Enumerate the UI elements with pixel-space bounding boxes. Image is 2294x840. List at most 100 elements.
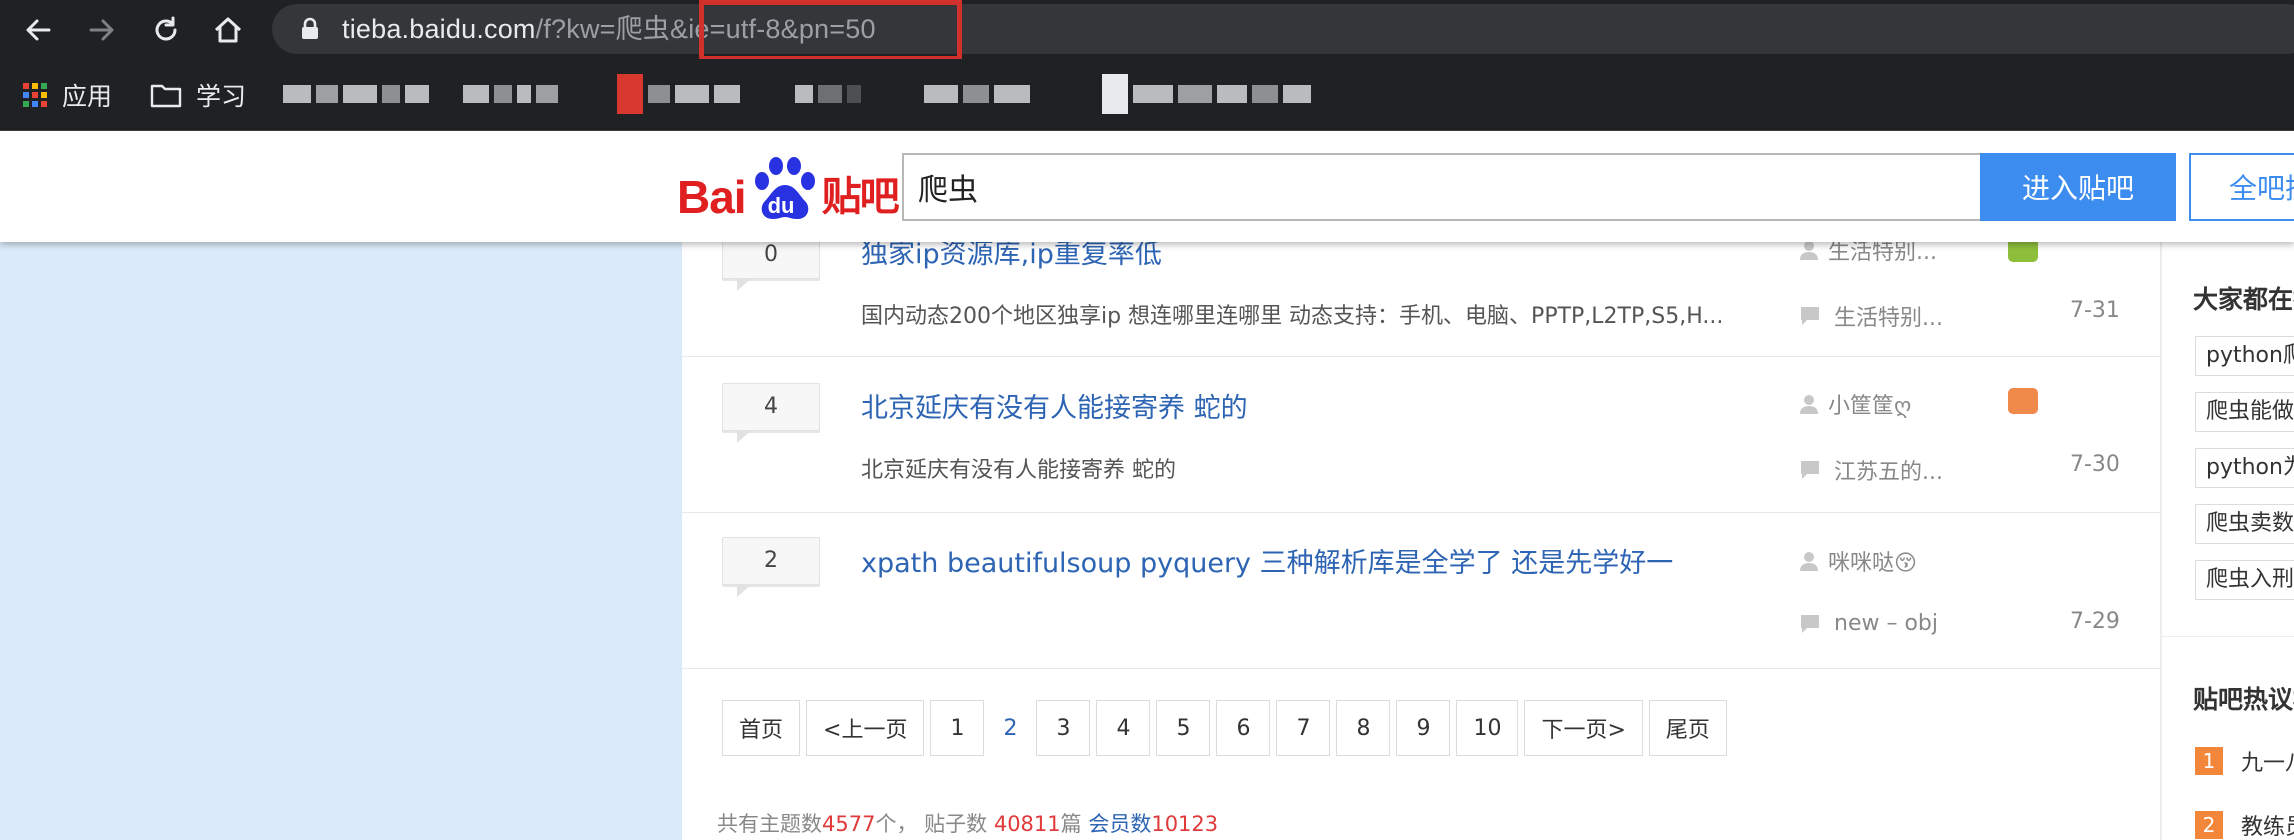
reply-count: 4 [722,383,820,443]
author-name: 小筐筐ღ [1828,394,1912,419]
redacted-bookmark[interactable] [463,80,558,108]
last-reply-name: new – obj [1834,611,1938,636]
pagination: 首页 <上一页 1 2 3 4 5 6 7 8 9 10 下一页> 尾页 [722,700,1727,756]
search-tag[interactable]: python爬虫 [2195,336,2294,376]
forum-summary: 共有主题数4577个， 贴子数 40811篇 会员数10123 [717,808,1218,838]
page-link[interactable]: 4 [1096,700,1151,756]
members-label[interactable]: 会员数 [1088,812,1151,836]
apps-grid-icon [23,83,47,107]
posts-count: 40811 [993,812,1061,836]
url-query-highlight-box [699,0,962,61]
search-input[interactable] [918,165,1958,209]
redacted-bookmark[interactable] [283,80,429,108]
redacted-bookmark[interactable] [1102,74,1311,114]
user-icon [1800,241,1818,260]
thread-row: 2 xpath beautifulsoup pyquery 三种解析库是全学了 … [682,513,2160,669]
thread-date: 7-29 [2070,609,2120,634]
members-count: 10123 [1151,812,1219,836]
browser-toolbar: tieba.baidu.com/f?kw=爬虫&ie=utf-8&pn=50 [0,0,2294,61]
sidebar-divider [2160,200,2162,840]
search-tag[interactable]: 爬虫入刑 [2195,560,2294,600]
redacted-bookmark[interactable] [795,80,861,108]
page-next[interactable]: 下一页> [1524,700,1643,756]
page-current: 2 [990,700,1031,756]
posts-label: 贴子数 [924,812,988,836]
hot-text: 九一八 [2241,751,2294,776]
thread-abstract: 北京延庆有没有人能接寄养 蛇的 [861,458,1176,483]
search-box [902,153,1982,221]
comment-icon [1801,461,1819,479]
hot-text: 教练员 [2241,815,2294,840]
everyone-search-heading: 大家都在搜 [2193,285,2294,314]
lock-icon [302,17,318,39]
page-last[interactable]: 尾页 [1648,700,1727,756]
tieba-header: Bai du 贴吧 进入贴吧 全吧搜索 [0,131,2294,242]
user-icon [1800,395,1818,414]
paw-icon: du [748,155,820,223]
thread-row: 4 北京延庆有没有人能接寄养 蛇的 北京延庆有没有人能接寄养 蛇的 小筐筐ღ 江… [682,358,2160,513]
search-tag[interactable]: 爬虫能做 [2195,392,2294,432]
thread-title[interactable]: xpath beautifulsoup pyquery 三种解析库是全学了 还是… [861,541,1673,580]
logo-bai: Bai [677,171,747,223]
thread-author[interactable]: 小筐筐ღ [1800,388,1911,420]
page-prev[interactable]: <上一页 [806,700,925,756]
last-reply-name: 江苏五的... [1834,460,1943,485]
page-link[interactable]: 8 [1336,700,1391,756]
last-reply-name: 生活特别... [1834,306,1943,331]
bookmark-folder-label: 学习 [196,83,247,111]
bookmark-apps-label: 应用 [62,83,113,111]
search-tag[interactable]: 爬虫卖数 [2195,504,2294,544]
posts-unit: 篇 [1060,812,1082,836]
hot-topic-item[interactable]: 2 教练员 [2195,810,2294,840]
reload-icon [155,16,177,41]
back-icon [26,19,51,41]
comment-icon [1801,614,1819,633]
bookmark-apps[interactable]: 应用 [22,77,112,113]
hot-topic-item[interactable]: 1 九一八 [2195,746,2294,776]
enter-tieba-button[interactable]: 进入贴吧 [1980,153,2176,221]
redacted-bookmark[interactable] [617,74,740,114]
last-reply-user[interactable]: 江苏五的... [1800,454,1943,486]
last-reply-user[interactable]: 生活特别... [1800,300,1943,332]
topics-count: 4577 [822,812,876,836]
sidebar-section-divider [2160,636,2294,637]
forward-button[interactable] [80,8,124,52]
back-button[interactable] [16,8,60,52]
comment-icon [1801,307,1819,325]
thread-date: 7-30 [2070,452,2120,477]
topics-label: 共有主题数 [717,812,822,836]
user-icon [1800,552,1818,571]
reload-button[interactable] [144,8,188,52]
redacted-bookmark[interactable] [924,80,1030,108]
baidu-tieba-logo[interactable]: Bai du 贴吧 [677,153,900,223]
page-link[interactable]: 9 [1396,700,1451,756]
search-tag[interactable]: python为 [2195,448,2294,488]
home-button[interactable] [206,8,250,52]
author-name: 咪咪哒😚 [1828,551,1917,576]
hot-topics-heading: 贴吧热议榜 [2193,685,2294,714]
url-host: tieba.baidu.com [342,14,536,44]
thread-title[interactable]: 北京延庆有没有人能接寄养 蛇的 [861,386,1248,425]
bookmark-folder-study[interactable]: 学习 [150,77,246,113]
page-link[interactable]: 5 [1156,700,1211,756]
url-path: /f?kw=爬虫 [535,14,671,44]
search-all-button[interactable]: 全吧搜索 [2189,153,2294,221]
thread-author[interactable]: 咪咪哒😚 [1800,545,1917,577]
reply-count: 2 [722,537,820,597]
logo-du: du [767,193,795,218]
page-link[interactable]: 7 [1276,700,1331,756]
page-link[interactable]: 3 [1036,700,1091,756]
hot-rank: 2 [2195,811,2223,839]
home-icon [214,17,242,43]
topics-unit: 个， [875,812,918,836]
page-link[interactable]: 10 [1456,700,1519,756]
page-link[interactable]: 1 [930,700,985,756]
forward-icon [89,19,114,41]
last-reply-user[interactable]: new – obj [1800,611,1938,636]
page-first[interactable]: 首页 [722,700,801,756]
page-link[interactable]: 6 [1216,700,1271,756]
logo-tieba: 贴吧 [821,175,900,219]
thread-abstract: 国内动态200个地区独享ip 想连哪里连哪里 动态支持：手机、电脑、PPTP,L… [861,304,1724,329]
level-badge-icon [2008,388,2038,414]
thread-date: 7-31 [2070,298,2120,323]
